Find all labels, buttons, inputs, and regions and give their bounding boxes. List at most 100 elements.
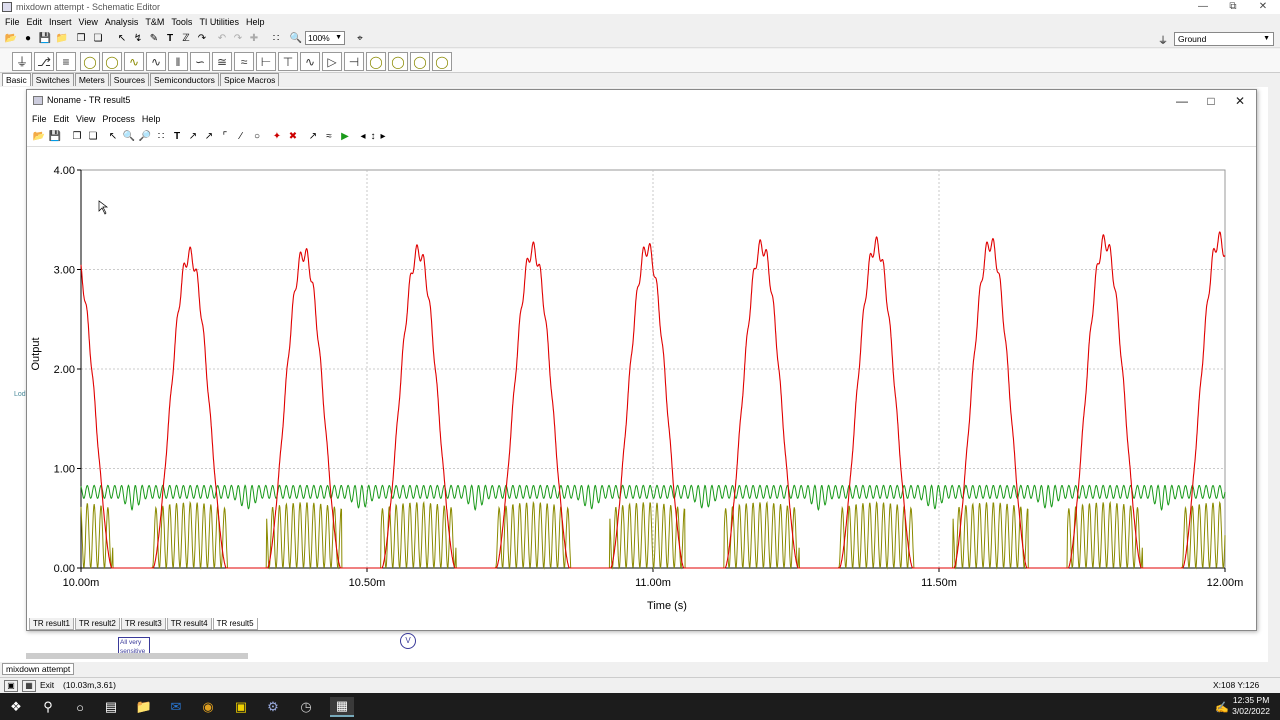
steam-icon[interactable]: ⚙	[263, 697, 283, 717]
chrome-icon[interactable]: ◉	[198, 697, 218, 717]
grid-icon[interactable]: ∷	[268, 31, 284, 46]
pointer-icon[interactable]: ↖	[105, 129, 121, 144]
zoom-out-icon[interactable]: 🔎	[137, 129, 153, 144]
meter-a-icon[interactable]: ◯	[366, 52, 386, 71]
close-icon[interactable]: ✕	[1248, 0, 1278, 14]
tab-basic[interactable]: Basic	[2, 73, 31, 86]
outlook-icon[interactable]: ✉	[166, 697, 186, 717]
tab-switches[interactable]: Switches	[31, 73, 74, 86]
redo-icon[interactable]: ↷	[230, 31, 246, 46]
voltage-source-icon[interactable]: ◯	[102, 52, 122, 71]
menu-help[interactable]: Help	[245, 17, 271, 27]
wire-icon[interactable]: ↯	[130, 31, 146, 46]
cross-marker-icon[interactable]: ✖	[285, 129, 301, 144]
pen-tray-icon[interactable]: ✍	[1212, 697, 1232, 717]
tab-tr-result2[interactable]: TR result2	[74, 618, 120, 630]
rw-menu-file[interactable]: File	[31, 114, 53, 124]
plot-area[interactable]: 10.00m 10.50m 11.00m 11.50m 12.00m 0.00 1.00 2.…	[27, 148, 1256, 618]
ac-source-icon[interactable]: ∿	[124, 52, 144, 71]
meter-v-icon[interactable]: ◯	[388, 52, 408, 71]
grid-icon[interactable]: ∷	[153, 129, 169, 144]
ground-component-icon[interactable]: ⏚	[12, 52, 32, 71]
tab-tr-result3[interactable]: TR result3	[120, 618, 166, 630]
ground-tool-icon[interactable]: ⏚	[1158, 32, 1172, 47]
capacitor-icon[interactable]: ‖	[168, 52, 188, 71]
exit-button[interactable]: Exit	[40, 680, 54, 690]
move-icon[interactable]: ✚	[246, 31, 262, 46]
minimize-icon[interactable]: —	[1188, 0, 1218, 14]
menu-view[interactable]: View	[78, 17, 104, 27]
paste-icon[interactable]: ❏	[85, 129, 101, 144]
vertical-scrollbar[interactable]	[1268, 87, 1280, 662]
voltmeter-icon[interactable]: V	[400, 633, 416, 649]
close-icon[interactable]: ✕	[1225, 93, 1255, 109]
relay-icon[interactable]: ⊤	[278, 52, 298, 71]
rw-menu-edit[interactable]: Edit	[53, 114, 76, 124]
tab-tr-result5[interactable]: TR result5	[212, 618, 258, 630]
menu-tm[interactable]: T&M	[144, 17, 170, 27]
switch-icon[interactable]: ⊢	[256, 52, 276, 71]
circle-icon[interactable]: ○	[249, 129, 265, 144]
zoom-window-icon[interactable]: ▦	[22, 680, 36, 692]
coil-icon[interactable]: ≅	[212, 52, 232, 71]
paste-icon[interactable]: ❏	[90, 31, 106, 46]
zoom-icon[interactable]: 🔍	[288, 31, 304, 46]
save-icon[interactable]: 💾	[47, 129, 63, 144]
terminal-icon[interactable]: ⊣	[344, 52, 364, 71]
open-folder-icon[interactable]: 📂	[3, 31, 19, 46]
open-web-icon[interactable]: ●	[20, 31, 36, 46]
text-icon[interactable]: T	[162, 31, 178, 46]
diode-icon[interactable]: ▷	[322, 52, 342, 71]
trend-icon[interactable]: ↗	[305, 129, 321, 144]
cursor-a-icon[interactable]: ↗	[185, 129, 201, 144]
zoom-in-icon[interactable]: 🔍	[121, 129, 137, 144]
save-as-icon[interactable]: 📁	[54, 31, 70, 46]
menu-edit[interactable]: Edit	[26, 17, 49, 27]
task-view-icon[interactable]: ▤	[101, 697, 121, 717]
fit-screen-icon[interactable]: ▣	[4, 680, 18, 692]
document-tab[interactable]: mixdown attempt	[2, 663, 75, 675]
tab-tr-result4[interactable]: TR result4	[166, 618, 212, 630]
maximize-icon[interactable]: □	[1196, 93, 1226, 109]
minimize-icon[interactable]: —	[1167, 93, 1197, 109]
rw-menu-process[interactable]: Process	[101, 114, 141, 124]
search-icon[interactable]: ⚲	[38, 697, 58, 717]
horizontal-scrollbar[interactable]	[26, 653, 248, 659]
rw-menu-view[interactable]: View	[75, 114, 101, 124]
cursor-b-icon[interactable]: ↗	[201, 129, 217, 144]
tab-semiconductors[interactable]: Semiconductors	[149, 73, 219, 86]
copy-icon[interactable]: ❐	[73, 31, 89, 46]
menu-ti-utilities[interactable]: TI Utilities	[198, 17, 245, 27]
save-icon[interactable]: 💾	[37, 31, 53, 46]
tina-app-icon[interactable]: ▦	[330, 697, 354, 717]
cortana-icon[interactable]: ○	[70, 697, 90, 717]
fit-icon[interactable]: ≈	[321, 129, 337, 144]
meter-p-icon[interactable]: ◯	[410, 52, 430, 71]
menu-analysis[interactable]: Analysis	[104, 17, 145, 27]
menu-file[interactable]: File	[4, 17, 26, 27]
tab-sources[interactable]: Sources	[109, 73, 149, 86]
open-folder-icon[interactable]: 📂	[31, 129, 47, 144]
polyline-icon[interactable]: ⌜	[217, 129, 233, 144]
tab-tr-result1[interactable]: TR result1	[29, 618, 74, 630]
zoom-fit-icon[interactable]: ⌖	[352, 31, 368, 46]
clock-app-icon[interactable]: ◷	[296, 697, 316, 717]
file-explorer-icon[interactable]: 📁	[134, 697, 154, 717]
transformer-icon[interactable]: ≈	[234, 52, 254, 71]
zoom-select[interactable]: 100% ▼	[305, 31, 345, 45]
rotate-icon[interactable]: ↷	[194, 31, 210, 46]
undo-icon[interactable]: ↶	[214, 31, 230, 46]
tab-spice-macros[interactable]: Spice Macros	[219, 73, 280, 86]
line-icon[interactable]: ∕	[233, 129, 249, 144]
rw-menu-help[interactable]: Help	[141, 114, 167, 124]
resistor-icon[interactable]: ∿	[146, 52, 166, 71]
tab-meters[interactable]: Meters	[74, 73, 109, 86]
menu-tools[interactable]: Tools	[170, 17, 198, 27]
taskbar-clock[interactable]: 12:35 PM 3/02/2022	[1232, 695, 1270, 717]
dc-source-component-icon[interactable]: ≡	[56, 52, 76, 71]
battery-component-icon[interactable]: ⎇	[34, 52, 54, 71]
sticky-notes-icon[interactable]: ▣	[231, 697, 251, 717]
marker-icon[interactable]: ✦	[269, 129, 285, 144]
windows-start-icon[interactable]: ❖	[6, 697, 26, 717]
label-icon[interactable]: ℤ	[178, 31, 194, 46]
